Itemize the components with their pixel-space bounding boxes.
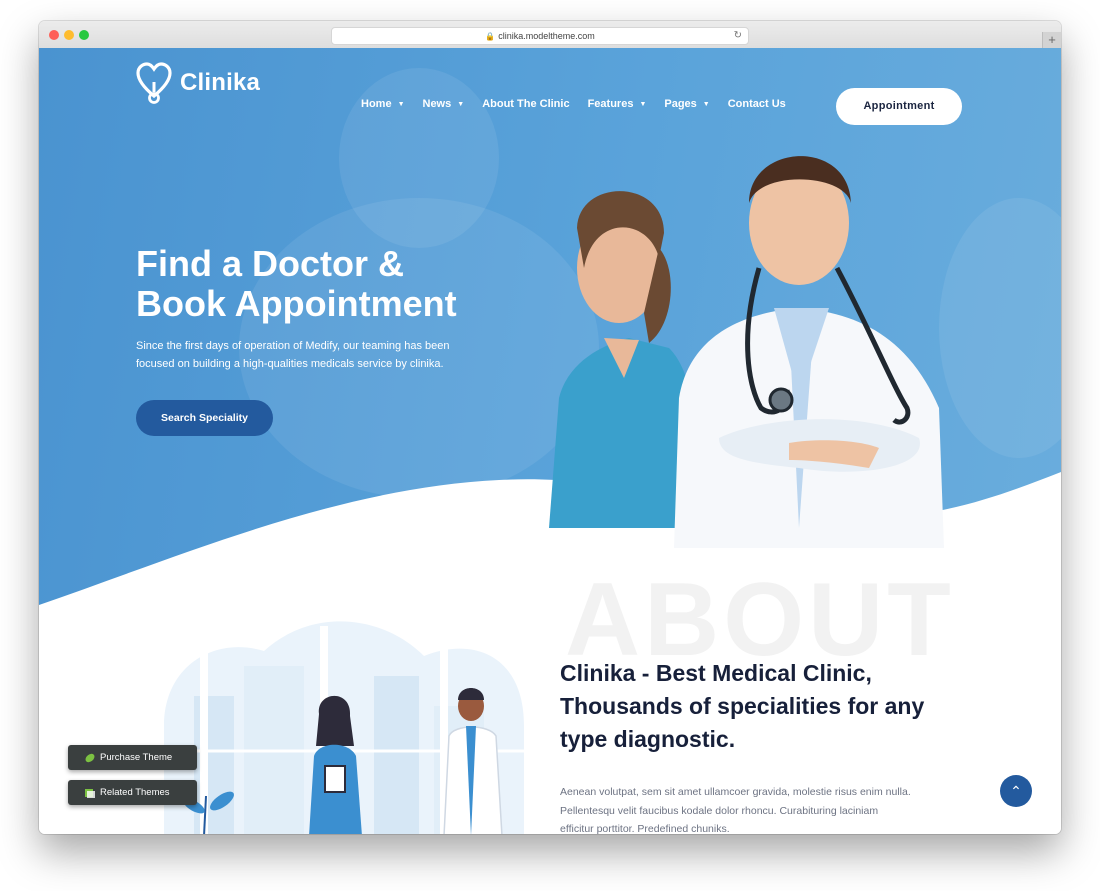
- leaf-icon: [85, 753, 95, 762]
- caret-down-icon: ▼: [457, 100, 465, 108]
- page-content: Clinika Home ▼ News ▼ About The Clinic Fea…: [39, 48, 1061, 834]
- clinic-illustration: [164, 621, 524, 834]
- about-title-line: type diagnostic.: [560, 726, 736, 752]
- hero-doctors-image: [549, 156, 944, 548]
- heart-stethoscope-icon: [136, 62, 172, 104]
- hero-subtitle-line: Since the first days of operation of Med…: [136, 340, 450, 352]
- nav-about[interactable]: About The Clinic: [482, 98, 569, 110]
- about-title-line: Thousands of specialities for any: [560, 693, 925, 719]
- scroll-to-top-button[interactable]: ⌃: [1000, 775, 1032, 807]
- related-themes-label: Related Themes: [100, 787, 170, 798]
- hero-subtitle-line: focused on building a high-qualities med…: [136, 358, 444, 370]
- hero-title-line: Find a Doctor &: [136, 243, 404, 284]
- nav-contact-label: Contact Us: [727, 98, 786, 110]
- nav-features[interactable]: Features ▼: [588, 98, 647, 110]
- caret-down-icon: ▼: [397, 100, 405, 108]
- nav-pages[interactable]: Pages ▼: [664, 98, 709, 110]
- address-bar[interactable]: 🔒 clinika.modeltheme.com ↻: [331, 27, 749, 45]
- browser-window: 🔒 clinika.modeltheme.com ↻ + Clinika Hom…: [39, 21, 1061, 834]
- reload-icon[interactable]: ↻: [734, 28, 742, 44]
- nav-news-label: News: [422, 98, 452, 110]
- appointment-button[interactable]: Appointment: [836, 88, 962, 125]
- minimize-window-button[interactable]: [64, 30, 74, 40]
- about-title: Clinika - Best Medical Clinic, Thousands…: [560, 657, 980, 756]
- nav-pages-label: Pages: [664, 98, 697, 110]
- browser-toolbar: 🔒 clinika.modeltheme.com ↻ +: [39, 21, 1061, 49]
- purchase-theme-label: Purchase Theme: [100, 752, 173, 763]
- about-title-line: Clinika - Best Medical Clinic,: [560, 660, 872, 686]
- nav-home-label: Home: [361, 98, 392, 110]
- about-paragraph: Aenean volutpat, sem sit amet ullamcoer …: [560, 783, 970, 834]
- hero-title-line: Book Appointment: [136, 283, 457, 324]
- caret-down-icon: ▼: [702, 100, 710, 108]
- themes-icon: [85, 788, 95, 798]
- nav-about-label: About The Clinic: [482, 98, 570, 110]
- about-text-line: Pellentesqu velit faucibus kodale dolor …: [560, 804, 879, 817]
- search-speciality-button[interactable]: Search Speciality: [136, 400, 273, 436]
- new-tab-button[interactable]: +: [1042, 32, 1061, 48]
- nav-home[interactable]: Home ▼: [361, 98, 405, 110]
- url-text: clinika.modeltheme.com: [498, 31, 595, 41]
- zoom-window-button[interactable]: [79, 30, 89, 40]
- lock-icon: 🔒: [485, 32, 496, 41]
- related-themes-button[interactable]: Related Themes: [68, 780, 197, 805]
- close-window-button[interactable]: [49, 30, 59, 40]
- caret-down-icon: ▼: [639, 100, 647, 108]
- nav-contact[interactable]: Contact Us: [728, 98, 786, 110]
- hero-title: Find a Doctor & Book Appointment: [136, 244, 516, 324]
- main-nav: Home ▼ News ▼ About The Clinic Features ▼ P…: [361, 98, 804, 110]
- brand-name: Clinika: [180, 69, 261, 96]
- nav-features-label: Features: [587, 98, 634, 110]
- site-logo[interactable]: Clinika: [136, 62, 260, 104]
- purchase-theme-button[interactable]: Purchase Theme: [68, 745, 197, 770]
- hero-subtitle: Since the first days of operation of Med…: [136, 337, 496, 373]
- chevron-up-icon: ⌃: [1010, 783, 1022, 799]
- about-text-line: efficitur porttitor. Predefined chuniks.: [560, 823, 730, 834]
- about-text-line: Aenean volutpat, sem sit amet ullamcoer …: [560, 786, 911, 798]
- nav-news[interactable]: News ▼: [423, 98, 465, 110]
